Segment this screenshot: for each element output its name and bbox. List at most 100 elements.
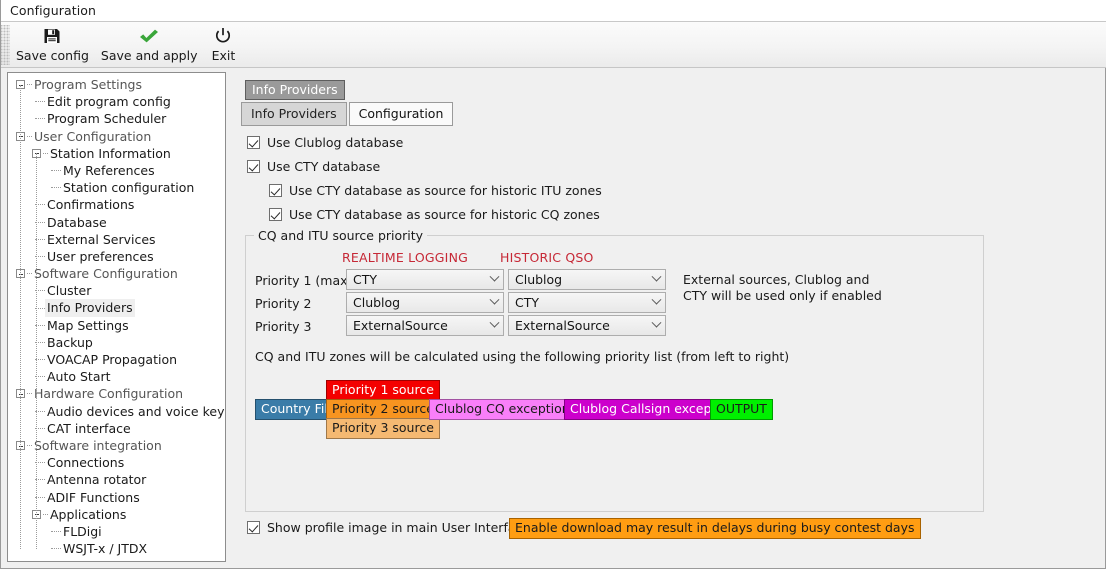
- toolbar-drag-handle[interactable]: [1, 25, 10, 65]
- configuration-window: Configuration Save config Save and apply…: [0, 0, 1106, 569]
- sidebar-item-label: Info Providers: [45, 299, 135, 317]
- group-title: CQ and ITU source priority: [254, 228, 428, 243]
- exit-label: Exit: [211, 48, 236, 63]
- chevron-down-icon[interactable]: [485, 316, 503, 335]
- sidebar-item-user-configuration[interactable]: User Configuration: [8, 128, 225, 145]
- exit-button[interactable]: Exit: [203, 22, 243, 63]
- checkbox-box[interactable]: [269, 184, 282, 197]
- sidebar-item-label: Connections: [47, 455, 125, 471]
- navigation-sidebar[interactable]: Program Settings Edit program config Progr…: [7, 72, 226, 562]
- sidebar-item-label: Program Settings: [34, 77, 142, 92]
- priority-flow-note: CQ and ITU zones will be calculated usin…: [255, 349, 790, 364]
- sidebar-item-station-configuration[interactable]: Station configuration: [8, 179, 225, 196]
- checkbox-box[interactable]: [247, 160, 260, 173]
- sidebar-item-label: Software Configuration: [34, 266, 178, 282]
- chevron-down-icon[interactable]: [647, 293, 665, 312]
- chevron-down-icon[interactable]: [485, 293, 503, 312]
- sidebar-item-info-providers[interactable]: Info Providers: [8, 299, 225, 317]
- sidebar-item-label: External Services: [47, 231, 156, 247]
- sidebar-item-label: Cluster: [47, 283, 92, 299]
- sidebar-item-station-information[interactable]: Station Information: [8, 145, 225, 162]
- tab-bar: Info Providers Configuration: [241, 102, 455, 126]
- column-header-historic-qso: HISTORIC QSO: [500, 250, 594, 265]
- window-titlebar: Configuration: [1, 0, 1106, 22]
- download-delay-warning: Enable download may result in delays dur…: [509, 518, 921, 539]
- sidebar-item-program-scheduler[interactable]: Program Scheduler: [8, 110, 225, 127]
- checkbox-cty-historic-cq-zones[interactable]: Use CTY database as source for historic …: [269, 207, 600, 222]
- sidebar-item-backup[interactable]: Backup: [8, 334, 225, 351]
- sidebar-item-label: Program Scheduler: [47, 111, 167, 127]
- save-and-apply-label: Save and apply: [100, 48, 198, 63]
- external-sources-note-line1: External sources, Clublog and: [683, 272, 870, 287]
- sidebar-item-voacap-propagation[interactable]: VOACAP Propagation: [8, 351, 225, 368]
- sidebar-item-label: Edit program config: [47, 94, 171, 110]
- sidebar-item-program-settings[interactable]: Program Settings: [8, 76, 225, 93]
- sidebar-item-applications[interactable]: Applications: [8, 506, 225, 523]
- badge-priority-3-source: Priority 3 source: [326, 418, 440, 439]
- checkbox-box[interactable]: [247, 136, 260, 149]
- priority-3-historic-value: ExternalSource: [515, 318, 610, 333]
- sidebar-item-antenna-rotator[interactable]: Antenna rotator: [8, 471, 225, 488]
- badge-priority-2-source: Priority 2 source: [326, 399, 440, 420]
- priority-3-historic-select[interactable]: ExternalSource: [508, 315, 666, 336]
- sidebar-item-map-settings[interactable]: Map Settings: [8, 317, 225, 334]
- sidebar-item-fldigi[interactable]: FLDigi: [8, 523, 225, 540]
- checkbox-use-cty-database[interactable]: Use CTY database: [247, 159, 380, 174]
- sidebar-item-label: My References: [63, 162, 155, 178]
- sidebar-item-connections[interactable]: Connections: [8, 454, 225, 471]
- sidebar-item-user-preferences[interactable]: User preferences: [8, 248, 225, 265]
- priority-1-realtime-select[interactable]: CTY: [346, 269, 504, 290]
- checkbox-box[interactable]: [247, 521, 260, 534]
- sidebar-item-label: Audio devices and voice keyer: [47, 403, 226, 419]
- sidebar-item-confirmations[interactable]: Confirmations: [8, 196, 225, 213]
- chevron-down-icon[interactable]: [647, 316, 665, 335]
- priority-2-realtime-value: Clublog: [353, 295, 401, 310]
- sidebar-item-audio-devices-and-voice-keyer[interactable]: Audio devices and voice keyer: [8, 403, 225, 420]
- sidebar-item-software-integration[interactable]: Software integration: [8, 437, 225, 454]
- sidebar-item-wsjt-x-jtdx[interactable]: WSJT-x / JTDX: [8, 540, 225, 557]
- sidebar-item-my-references[interactable]: My References: [8, 162, 225, 179]
- tab-info-providers[interactable]: Info Providers: [241, 102, 347, 126]
- priority-2-historic-select[interactable]: CTY: [508, 292, 666, 313]
- sidebar-item-auto-start[interactable]: Auto Start: [8, 368, 225, 385]
- priority-1-label: Priority 1 (max): [255, 273, 353, 288]
- sidebar-item-database[interactable]: Database: [8, 214, 225, 231]
- priority-2-realtime-select[interactable]: Clublog: [346, 292, 504, 313]
- chevron-down-icon[interactable]: [647, 270, 665, 289]
- badge-output: OUTPUT: [710, 399, 773, 420]
- checkbox-box[interactable]: [269, 208, 282, 221]
- sidebar-item-external-services[interactable]: External Services: [8, 231, 225, 248]
- checkbox-label: Use CTY database as source for historic …: [289, 207, 600, 222]
- checkbox-cty-historic-itu-zones[interactable]: Use CTY database as source for historic …: [269, 183, 602, 198]
- save-config-button[interactable]: Save config: [10, 22, 95, 63]
- checkbox-label: Use CTY database: [267, 159, 381, 174]
- sidebar-item-software-configuration[interactable]: Software Configuration: [8, 265, 225, 282]
- sidebar-item-hardware-configuration[interactable]: Hardware Configuration: [8, 385, 225, 402]
- sidebar-item-edit-program-config[interactable]: Edit program config: [8, 93, 225, 110]
- window-title: Configuration: [10, 3, 97, 18]
- priority-3-realtime-select[interactable]: ExternalSource: [346, 315, 504, 336]
- priority-1-historic-select[interactable]: Clublog: [508, 269, 666, 290]
- sidebar-item-cat-interface[interactable]: CAT interface: [8, 420, 225, 437]
- sidebar-item-label: User Configuration: [34, 128, 152, 144]
- priority-3-realtime-value: ExternalSource: [353, 318, 448, 333]
- priority-2-label: Priority 2: [255, 296, 312, 311]
- tree-connector: [51, 170, 61, 172]
- column-header-realtime-logging: REALTIME LOGGING: [342, 250, 469, 265]
- tab-configuration[interactable]: Configuration: [348, 102, 454, 126]
- sidebar-item-label: Auto Start: [47, 369, 111, 385]
- chevron-down-icon[interactable]: [485, 270, 503, 289]
- save-config-label: Save config: [16, 48, 89, 63]
- tree-connector: [51, 187, 61, 189]
- sidebar-item-cluster[interactable]: Cluster: [8, 282, 225, 299]
- sidebar-item-label: Station Information: [50, 145, 171, 161]
- save-and-apply-button[interactable]: Save and apply: [95, 22, 204, 63]
- checkbox-use-clublog-database[interactable]: Use Clublog database: [247, 135, 403, 150]
- main-content-panel: Info Providers Info Providers Configurat…: [233, 72, 1103, 566]
- sidebar-item-adif-functions[interactable]: ADIF Functions: [8, 489, 225, 506]
- tree-guide-line: [36, 153, 37, 549]
- checkbox-show-profile-image[interactable]: Show profile image in main User Interfac…: [247, 520, 530, 535]
- external-sources-note-line2: CTY will be used only if enabled: [683, 288, 882, 303]
- cq-itu-source-priority-group: CQ and ITU source priority REALTIME LOGG…: [245, 228, 984, 512]
- tree-connector: [51, 530, 61, 532]
